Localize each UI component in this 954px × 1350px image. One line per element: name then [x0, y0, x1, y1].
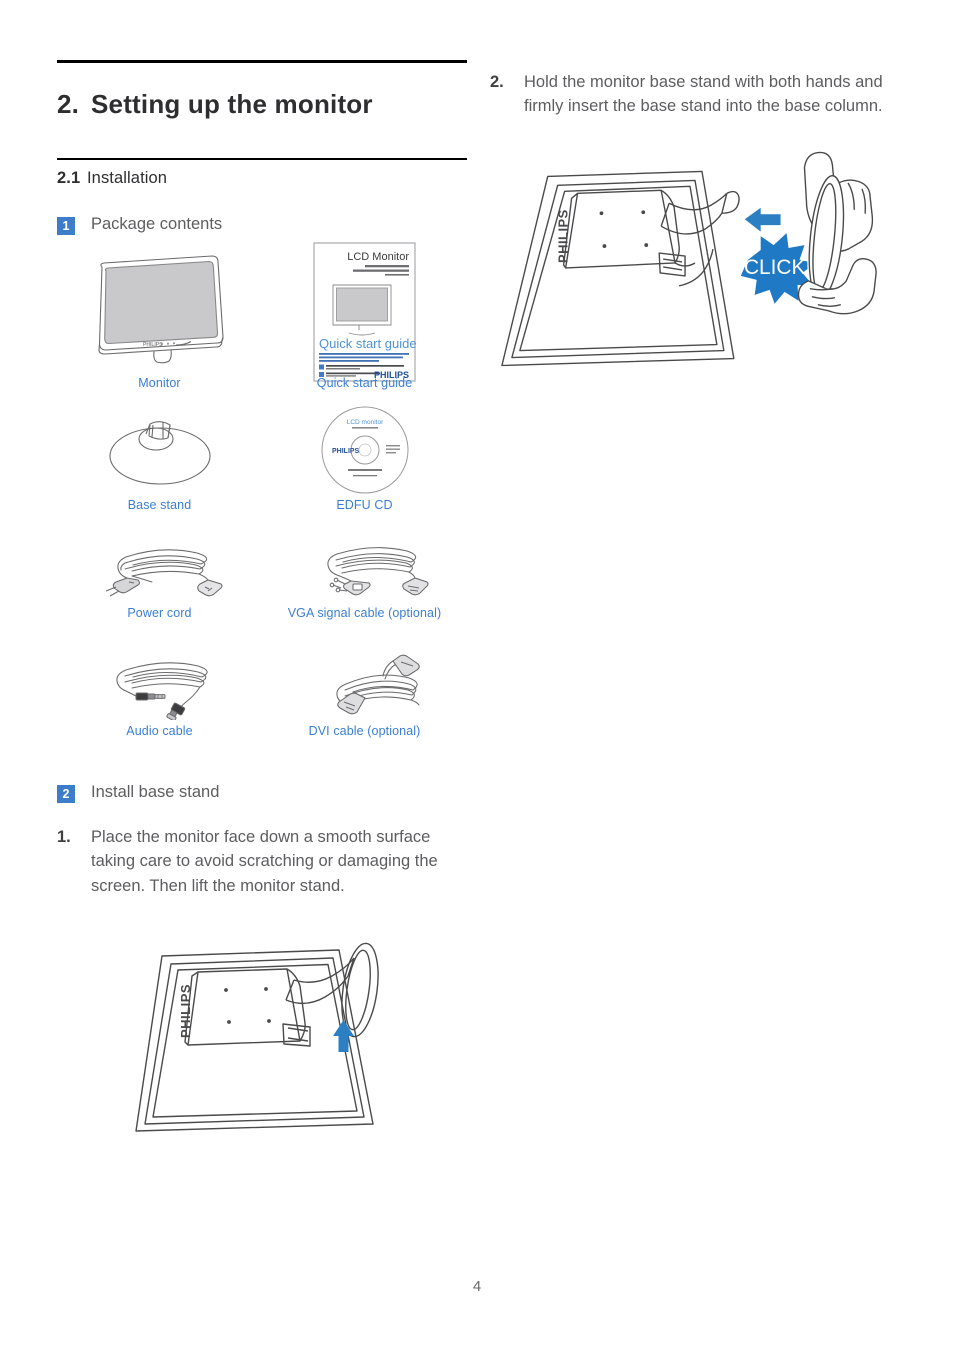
section-rule	[57, 158, 467, 161]
package-item-quick-start-guide: LCD Monitor Quick start guide PHILIPS Qu…	[262, 242, 467, 390]
left-column: 2. Setting up the monitor 2.1 Installation…	[57, 60, 467, 1146]
package-label-edfu-cd: EDFU CD	[336, 497, 393, 512]
package-contents-label: Package contents	[91, 215, 223, 234]
vga-cable-illustration	[262, 536, 467, 602]
package-label-base-stand: Base stand	[127, 497, 192, 512]
package-item-base-stand: Base stand	[57, 406, 262, 512]
step-1-text: Place the monitor face down a smooth sur…	[91, 828, 438, 895]
package-item-dvi-cable: DVI cable (optional)	[262, 654, 467, 738]
package-label-monitor: Monitor	[138, 375, 181, 390]
package-item-monitor: PHILIPS Monitor	[57, 252, 262, 390]
philips-brand-text: PHILIPS	[556, 209, 571, 263]
package-contents-heading: 1 Package contents	[57, 214, 467, 236]
svg-text:Quick start guide: Quick start guide	[319, 336, 416, 351]
page-title: 2. Setting up the monitor	[57, 89, 467, 120]
package-label-audio-cable: Audio cable	[126, 723, 193, 738]
svg-text:LCD Monitor: LCD Monitor	[347, 251, 409, 263]
philips-brand-text: PHILIPS	[178, 984, 193, 1038]
insert-base-stand-illustration: PHILIPS CLICK!	[501, 151, 877, 366]
click-label: CLICK!	[744, 256, 811, 279]
install-base-stand-heading: 2 Install base stand	[57, 782, 467, 803]
step-1: 1. Place the monitor face down a smooth …	[57, 825, 467, 898]
base-stand-illustration	[57, 406, 262, 494]
chapter-top-rule	[57, 60, 467, 63]
document-page: 2. Setting up the monitor 2.1 Installation…	[0, 0, 954, 1350]
badge-1: 1	[57, 217, 75, 236]
package-row-3: Power cord VGA signal cable (optional)	[57, 536, 467, 620]
audio-cable-illustration	[57, 654, 262, 720]
section-number: 2.1	[57, 169, 81, 188]
svg-text:PHILIPS: PHILIPS	[332, 448, 360, 455]
package-item-vga-cable: VGA signal cable (optional)	[262, 536, 467, 620]
package-contents-grid: PHILIPS Monitor LCD Monitor Quick start …	[57, 242, 467, 738]
package-item-edfu-cd: LCD monitor PHILIPS EDFU CD	[262, 406, 467, 512]
svg-text:LCD monitor: LCD monitor	[346, 419, 383, 426]
package-row-1: PHILIPS Monitor LCD Monitor Quick start …	[57, 242, 467, 390]
package-item-audio-cable: Audio cable	[57, 654, 262, 738]
install-base-stand-label: Install base stand	[91, 782, 220, 801]
dvi-cable-illustration	[262, 654, 467, 720]
step-2-text: Hold the monitor base stand with both ha…	[524, 73, 883, 116]
quick-start-guide-illustration: LCD Monitor Quick start guide PHILIPS	[262, 242, 467, 382]
svg-text:PHILIPS: PHILIPS	[143, 342, 163, 348]
package-label-dvi-cable: DVI cable (optional)	[308, 723, 421, 738]
step-2-number: 2.	[490, 73, 504, 91]
package-label-quick-start-guide: Quick start guide	[316, 375, 413, 390]
figure-lift-monitor-stand: PHILIPS	[57, 928, 467, 1146]
chapter-number: 2.	[57, 89, 80, 119]
lift-monitor-stand-illustration: PHILIPS	[135, 942, 379, 1132]
step-1-number: 1.	[57, 828, 71, 847]
package-row-4: Audio cable DVI cable (optional)	[57, 654, 467, 738]
package-item-power-cord: Power cord	[57, 536, 262, 620]
power-cord-illustration	[57, 536, 262, 602]
badge-2: 2	[57, 784, 75, 803]
section-label: Installation	[87, 169, 168, 188]
right-column: 2. Hold the monitor base stand with both…	[490, 70, 900, 379]
page-number: 4	[472, 1278, 482, 1295]
monitor-illustration: PHILIPS	[57, 252, 262, 372]
package-row-2: Base stand LCD monitor PHILIPS EDFU CD	[57, 406, 467, 512]
figure-insert-base-stand: PHILIPS CLICK!	[490, 141, 900, 379]
package-label-power-cord: Power cord	[127, 605, 192, 620]
edfu-cd-illustration: LCD monitor PHILIPS	[262, 406, 467, 494]
package-label-vga-cable: VGA signal cable (optional)	[287, 605, 442, 620]
chapter-title-text: Setting up the monitor	[91, 89, 373, 119]
step-2: 2. Hold the monitor base stand with both…	[490, 70, 900, 119]
section-heading: 2.1 Installation	[57, 169, 467, 188]
left-arrow-icon	[744, 207, 781, 232]
